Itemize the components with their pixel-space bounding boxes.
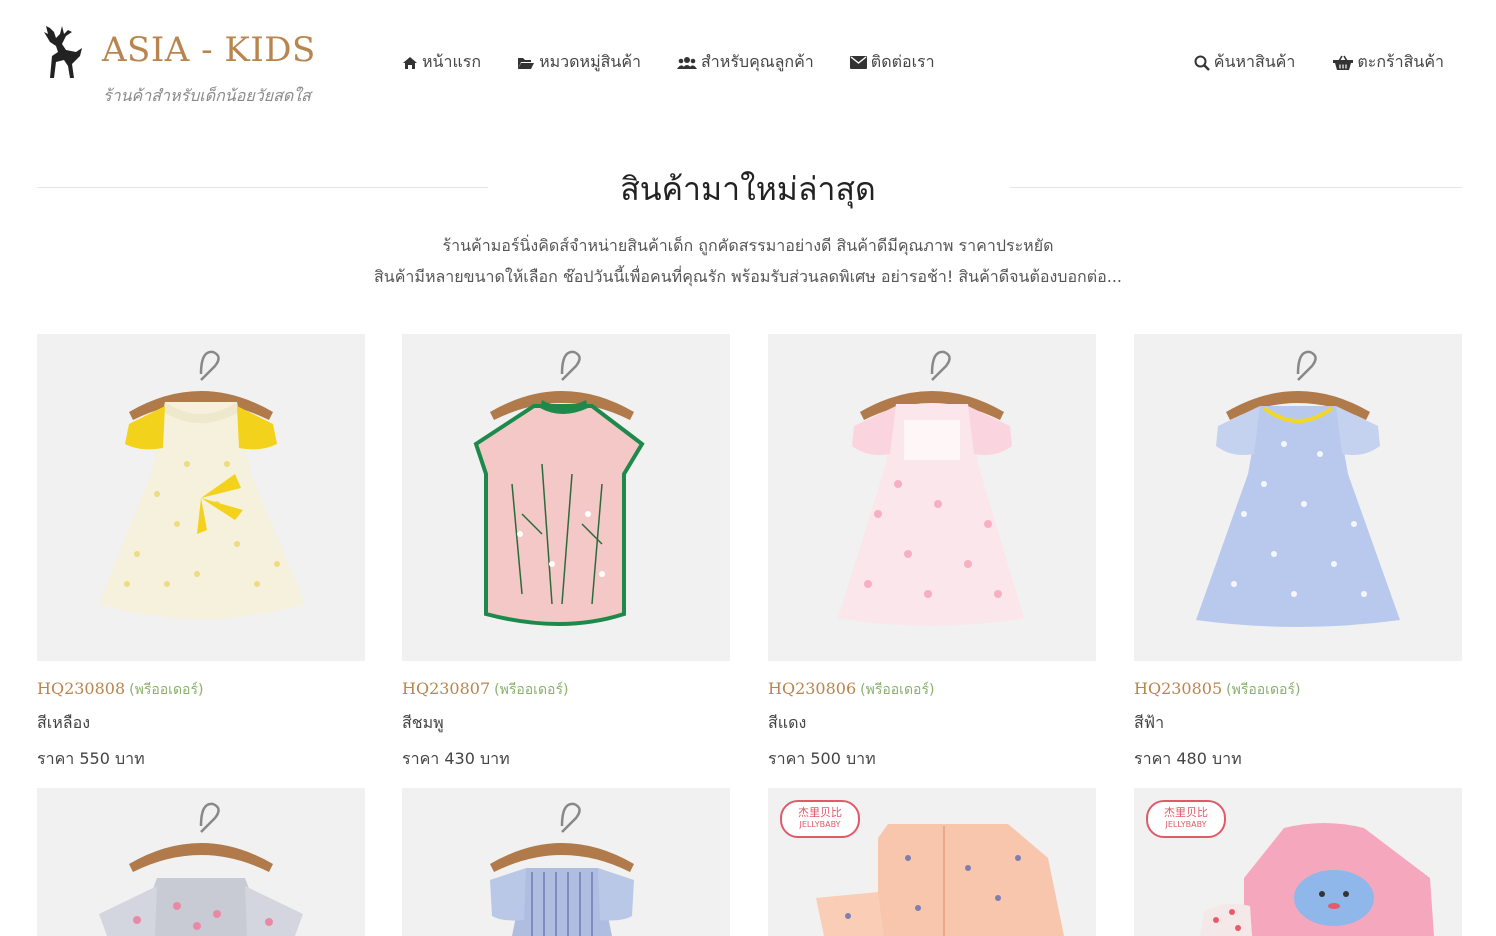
brand-tagline: ร้านค้าสำหรับเด็กน้อยวัยสดใส (103, 86, 311, 105)
brand-badge: 杰里贝比 JELLYBABY (1146, 800, 1226, 838)
product-title[interactable]: HQ230808 (พรีออเดอร์) (37, 679, 365, 701)
product-code[interactable]: HQ230806 (768, 679, 856, 698)
envelope-icon (849, 56, 867, 69)
users-icon (677, 56, 698, 69)
brand-badge-en: JELLYBABY (1165, 820, 1207, 829)
preorder-tag: (พรีออเดอร์) (860, 682, 935, 698)
nav-cart[interactable]: ตะกร้าสินค้า (1333, 50, 1444, 75)
basket-icon (1333, 55, 1354, 70)
preorder-tag: (พรีออเดอร์) (1226, 682, 1301, 698)
product-price: ราคา 550 บาท (37, 749, 145, 768)
product-card[interactable]: HQ230805 (พรีออเดอร์) สีฟ้า ราคา 480 บาท (1134, 334, 1462, 772)
product-image[interactable] (37, 788, 365, 936)
preorder-tag: (พรีออเดอร์) (129, 682, 204, 698)
product-image[interactable]: 杰里贝比 JELLYBABY (768, 788, 1096, 936)
product-price: ราคา 500 บาท (768, 749, 876, 768)
dress-image (1196, 350, 1400, 627)
folder-open-icon (518, 57, 535, 69)
nav-home[interactable]: หน้าแรก (402, 50, 481, 75)
section-desc-line-1: ร้านค้ามอร์นิ่งคิดส์จำหน่ายสินค้าเด็ก ถู… (442, 236, 1054, 255)
brand-badge-cn: 杰里贝比 (798, 806, 842, 819)
product-color: สีแดง (768, 713, 807, 732)
brand-title[interactable]: ASIA - KIDS (102, 30, 316, 70)
product-code[interactable]: HQ230808 (37, 679, 125, 698)
nav-search-label: ค้นหาสินค้า (1213, 52, 1296, 71)
utility-nav: ค้นหาสินค้า ตะกร้าสินค้า (1156, 50, 1444, 75)
product-code[interactable]: HQ230807 (402, 679, 490, 698)
product-card[interactable]: HQ230808 (พรีออเดอร์) สีเหลือง ราคา 550 บ… (37, 334, 365, 772)
product-image[interactable] (37, 334, 365, 661)
nav-cart-label: ตะกร้าสินค้า (1357, 52, 1444, 71)
section-title: สินค้ามาใหม่ล่าสุด (620, 170, 876, 208)
search-icon (1194, 55, 1210, 71)
product-color: สีชมพู (402, 713, 444, 732)
brand-badge-en: JELLYBABY (799, 820, 841, 829)
product-color: สีเหลือง (37, 713, 91, 732)
product-card[interactable] (37, 788, 365, 936)
product-image[interactable]: 杰里贝比 JELLYBABY (1134, 788, 1462, 936)
product-card[interactable]: 杰里贝比 JELLYBABY (1134, 788, 1462, 936)
product-card[interactable]: 杰里贝比 JELLYBABY (768, 788, 1096, 936)
product-image[interactable] (768, 334, 1096, 661)
section-desc-line-2: สินค้ามีหลายขนาดให้เลือก ช๊อปวันนี้เพื่อ… (374, 267, 1122, 286)
main-nav: หน้าแรก หมวดหมู่สินค้า สำหรับคุณลูกค้า ต… (402, 50, 971, 75)
nav-contact[interactable]: ติดต่อเรา (849, 50, 935, 75)
nav-categories-label: หมวดหมู่สินค้า (539, 52, 642, 71)
dress-image (473, 350, 645, 626)
nav-categories[interactable]: หมวดหมู่สินค้า (517, 50, 641, 75)
nav-contact-label: ติดต่อเรา (870, 52, 935, 71)
dress-image (99, 802, 303, 936)
product-title[interactable]: HQ230806 (พรีออเดอร์) (768, 679, 1096, 701)
brand-badge: 杰里贝比 JELLYBABY (780, 800, 860, 838)
deer-logo-icon[interactable] (36, 22, 88, 82)
product-title[interactable]: HQ230807 (พรีออเดอร์) (402, 679, 730, 701)
dress-image (99, 350, 305, 619)
product-price: ราคา 430 บาท (402, 749, 510, 768)
product-title[interactable]: HQ230805 (พรีออเดอร์) (1134, 679, 1462, 701)
product-card[interactable]: HQ230806 (พรีออเดอร์) สีแดง ราคา 500 บาท (768, 334, 1096, 772)
brand-badge-cn: 杰里贝比 (1164, 806, 1208, 819)
product-card[interactable]: HQ230807 (พรีออเดอร์) สีชมพู ราคา 430 บาท (402, 334, 730, 772)
dress-image (490, 802, 634, 936)
nav-customers[interactable]: สำหรับคุณลูกค้า (677, 50, 814, 75)
nav-home-label: หน้าแรก (422, 52, 482, 71)
product-code[interactable]: HQ230805 (1134, 679, 1222, 698)
product-card[interactable] (402, 788, 730, 936)
home-icon (403, 56, 417, 69)
product-color: สีฟ้า (1134, 713, 1165, 732)
nav-customers-label: สำหรับคุณลูกค้า (701, 52, 814, 71)
product-image[interactable] (1134, 334, 1462, 661)
product-image[interactable] (402, 334, 730, 661)
site-header: ASIA - KIDS ร้านค้าสำหรับเด็กน้อยวัยสดใส… (0, 0, 1496, 120)
product-price: ราคา 480 บาท (1134, 749, 1242, 768)
nav-search[interactable]: ค้นหาสินค้า (1194, 50, 1296, 75)
dress-image (838, 350, 1024, 626)
preorder-tag: (พรีออเดอร์) (494, 682, 569, 698)
product-image[interactable] (402, 788, 730, 936)
section-description: ร้านค้ามอร์นิ่งคิดส์จำหน่ายสินค้าเด็ก ถู… (0, 230, 1496, 292)
